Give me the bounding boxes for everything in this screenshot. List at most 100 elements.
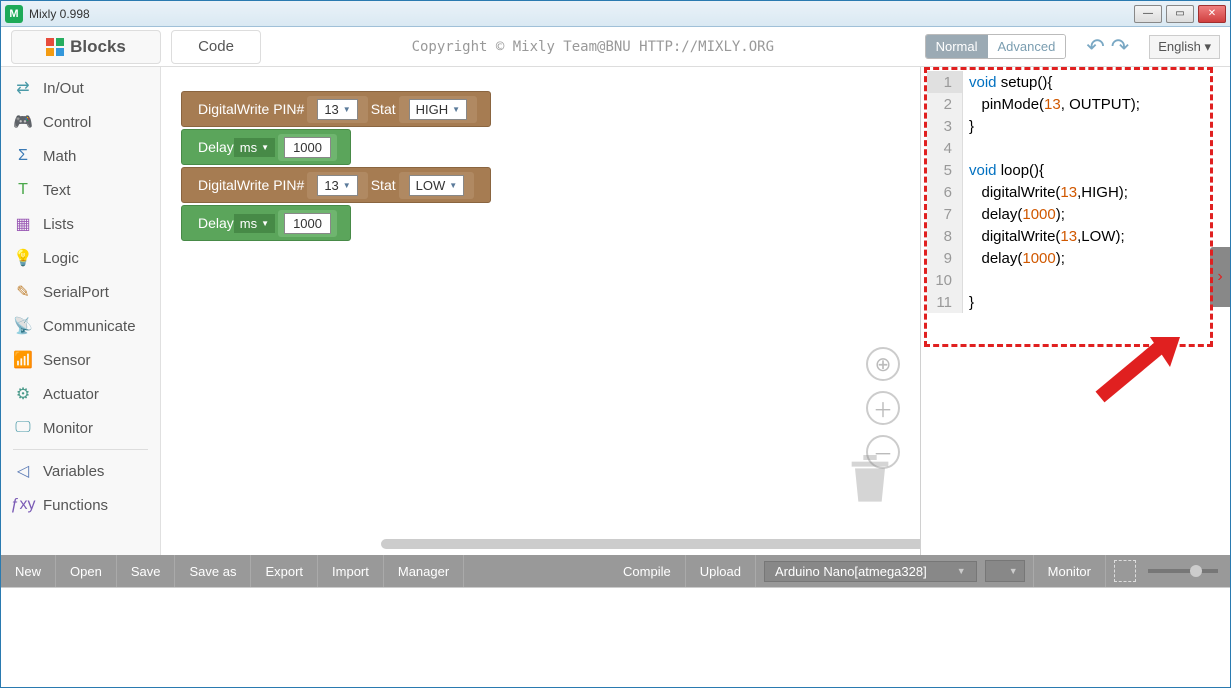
app-window: M Mixly 0.998 — ▭ ✕ Blocks Code Copyrigh… — [0, 0, 1231, 688]
block-workspace[interactable]: DigitalWrite PIN# 13 Stat HIGH Delay ms … — [161, 67, 920, 555]
category-label: Text — [43, 182, 71, 199]
code-line: 6 digitalWrite(13,HIGH); — [927, 181, 1222, 203]
category-label: SerialPort — [43, 284, 109, 301]
category-sensor[interactable]: 📶Sensor — [1, 343, 160, 377]
category-communicate[interactable]: 📡Communicate — [1, 309, 160, 343]
code-text: void loop(){ — [963, 162, 1044, 179]
pin-dropdown-1[interactable]: 13 — [317, 99, 357, 120]
close-button[interactable]: ✕ — [1198, 5, 1226, 23]
code-text: } — [963, 118, 974, 135]
category-label: Variables — [43, 463, 104, 480]
board-select[interactable]: Arduino Nano[atmega328] — [764, 561, 977, 582]
category-label: Lists — [43, 216, 74, 233]
category-icon: ƒxy — [13, 495, 33, 515]
zoom-slider[interactable] — [1148, 569, 1218, 573]
category-icon: ⚙ — [13, 384, 33, 404]
category-functions[interactable]: ƒxy Functions — [1, 488, 160, 522]
pin-dropdown-2[interactable]: 13 — [317, 175, 357, 196]
center-button[interactable]: ⊕ — [866, 347, 900, 381]
new-button[interactable]: New — [1, 555, 56, 587]
category-label: Control — [43, 114, 91, 131]
code-line: 4 — [927, 137, 1222, 159]
top-bar: Blocks Code Copyright © Mixly Team@BNU H… — [1, 27, 1230, 67]
line-number: 9 — [927, 247, 963, 269]
stat-dropdown-1[interactable]: HIGH — [409, 99, 467, 120]
delay-value-2[interactable]: 1000 — [284, 213, 331, 234]
workspace-scrollbar[interactable] — [381, 539, 920, 549]
export-button[interactable]: Export — [251, 555, 318, 587]
collapse-code-button[interactable]: › — [1210, 247, 1230, 307]
blocks-tab[interactable]: Blocks — [11, 30, 161, 64]
category-icon: 📡 — [13, 316, 33, 336]
copyright-text: Copyright © Mixly Team@BNU HTTP://MIXLY.… — [261, 39, 925, 55]
code-text: void setup(){ — [963, 74, 1052, 91]
save-as-button[interactable]: Save as — [175, 555, 251, 587]
category-icon: 📶 — [13, 350, 33, 370]
save-button[interactable]: Save — [117, 555, 176, 587]
chip-icon — [1114, 560, 1136, 582]
line-number: 10 — [927, 269, 963, 291]
redo-button[interactable]: ↷ — [1111, 34, 1129, 60]
category-in-out[interactable]: ⇄ In/Out — [1, 71, 160, 105]
category-lists[interactable]: ▦Lists — [1, 207, 160, 241]
line-number: 8 — [927, 225, 963, 247]
unit-dropdown-2[interactable]: ms — [234, 214, 275, 233]
stat-dropdown-2[interactable]: LOW — [409, 175, 465, 196]
title-bar: M Mixly 0.998 — ▭ ✕ — [1, 1, 1230, 27]
category-monitor[interactable]: 🖵Monitor — [1, 411, 160, 445]
category-sidebar: ⇄ In/Out 🎮 Control Σ Math TText▦Lists💡Logic ✎ Se… — [1, 67, 161, 555]
undo-button[interactable]: ↶ — [1086, 34, 1104, 60]
code-line: 11} — [927, 291, 1222, 313]
minimize-button[interactable]: — — [1134, 5, 1162, 23]
code-tab[interactable]: Code — [171, 30, 261, 64]
category-icon: ✎ — [13, 282, 33, 302]
open-button[interactable]: Open — [56, 555, 117, 587]
digitalwrite-block-1[interactable]: DigitalWrite PIN# 13 Stat HIGH — [181, 91, 491, 127]
trash-icon[interactable] — [850, 455, 890, 505]
import-button[interactable]: Import — [318, 555, 384, 587]
code-line: 7 delay(1000); — [927, 203, 1222, 225]
delay-value-1[interactable]: 1000 — [284, 137, 331, 158]
category-label: In/Out — [43, 80, 84, 97]
language-select[interactable]: English ▾ — [1149, 35, 1220, 59]
unit-dropdown-1[interactable]: ms — [234, 138, 275, 157]
category-icon: Σ — [13, 146, 33, 166]
digitalwrite-block-2[interactable]: DigitalWrite PIN# 13 Stat LOW — [181, 167, 491, 203]
line-number: 2 — [927, 93, 963, 115]
category-label: Math — [43, 148, 76, 165]
category-serialport[interactable]: ✎ SerialPort — [1, 275, 160, 309]
code-text: digitalWrite(13,HIGH); — [963, 184, 1128, 201]
mode-advanced[interactable]: Advanced — [988, 35, 1066, 58]
category-label: Functions — [43, 497, 108, 514]
category-actuator[interactable]: ⚙ Actuator — [1, 377, 160, 411]
line-number: 4 — [927, 137, 963, 159]
monitor-button[interactable]: Monitor — [1033, 555, 1106, 587]
manager-button[interactable]: Manager — [384, 555, 464, 587]
mode-normal[interactable]: Normal — [926, 35, 988, 58]
category-label: Logic — [43, 250, 79, 267]
category-logic[interactable]: 💡Logic — [1, 241, 160, 275]
compile-button[interactable]: Compile — [609, 555, 686, 587]
mode-toggle[interactable]: Normal Advanced — [925, 34, 1067, 59]
category-icon: 🎮 — [13, 112, 33, 132]
category-icon: ⇄ — [13, 78, 33, 98]
line-number: 3 — [927, 115, 963, 137]
code-line: 8 digitalWrite(13,LOW); — [927, 225, 1222, 247]
category-control[interactable]: 🎮 Control — [1, 105, 160, 139]
delay-block-2[interactable]: Delay ms 1000 — [181, 205, 351, 241]
category-label: Actuator — [43, 386, 99, 403]
code-text: delay(1000); — [963, 206, 1065, 223]
zoom-in-button[interactable]: ＋ — [866, 391, 900, 425]
line-number: 7 — [927, 203, 963, 225]
maximize-button[interactable]: ▭ — [1166, 5, 1194, 23]
delay-block-1[interactable]: Delay ms 1000 — [181, 129, 351, 165]
upload-button[interactable]: Upload — [686, 555, 756, 587]
code-area: 1void setup(){2 pinMode(13, OUTPUT);3}45… — [927, 71, 1222, 313]
line-number: 6 — [927, 181, 963, 203]
port-select[interactable] — [985, 560, 1025, 582]
code-text: pinMode(13, OUTPUT); — [963, 96, 1140, 113]
category-math[interactable]: Σ Math — [1, 139, 160, 173]
category-text[interactable]: TText — [1, 173, 160, 207]
category-icon: ◁ — [13, 461, 33, 481]
category-variables[interactable]: ◁ Variables — [1, 454, 160, 488]
